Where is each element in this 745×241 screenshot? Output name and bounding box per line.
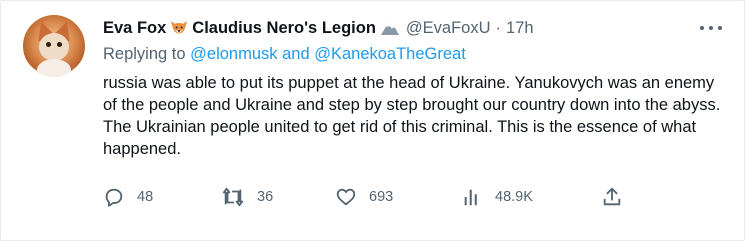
- analytics-icon: [464, 189, 477, 206]
- tweet-card[interactable]: Eva Fox Claudius Nero's Legion @EvaFoxU …: [0, 0, 745, 241]
- more-dot: [700, 26, 704, 30]
- more-dot: [718, 26, 722, 30]
- avatar-eye: [57, 42, 62, 47]
- fox-face-icon: [170, 20, 188, 36]
- share-button[interactable]: [601, 185, 635, 209]
- replying-to-label: Replying to: [103, 45, 191, 63]
- avatar-face: [39, 33, 69, 61]
- replying-to: Replying to @elonmusk and @KanekoaTheGre…: [103, 45, 466, 64]
- like-button[interactable]: 693: [335, 185, 393, 209]
- reply-button[interactable]: 48: [103, 185, 153, 209]
- retweet-button[interactable]: 36: [221, 185, 273, 209]
- more-options-icon[interactable]: [700, 21, 722, 35]
- avatar-eye: [46, 42, 51, 47]
- reply-icon: [105, 188, 123, 207]
- action-bar: 48 36 693 48.9K: [103, 185, 643, 209]
- display-name[interactable]: Eva Fox: [103, 19, 166, 38]
- like-count: 693: [369, 189, 394, 205]
- timestamp[interactable]: 17h: [506, 19, 534, 38]
- reply-mentions-link[interactable]: @elonmusk and @KanekoaTheGreat: [190, 45, 466, 63]
- tweet-text: russia was able to put its puppet at the…: [103, 74, 721, 158]
- views-count: 48.9K: [495, 189, 533, 205]
- more-dot: [709, 26, 713, 30]
- retweet-icon: [222, 187, 244, 207]
- tweet-header: Eva Fox Claudius Nero's Legion @EvaFoxU …: [103, 17, 534, 39]
- user-handle[interactable]: @EvaFoxU: [406, 19, 491, 38]
- views-button[interactable]: 48.9K: [461, 185, 533, 209]
- display-name-suffix[interactable]: Claudius Nero's Legion: [192, 19, 376, 38]
- reply-count: 48: [137, 189, 154, 205]
- heart-icon: [336, 188, 356, 206]
- retweet-count: 36: [257, 189, 274, 205]
- avatar-body: [37, 59, 71, 77]
- share-icon: [603, 187, 621, 206]
- snow-mountain-icon: [380, 20, 400, 36]
- separator-dot: ·: [495, 18, 502, 37]
- avatar[interactable]: [23, 15, 85, 77]
